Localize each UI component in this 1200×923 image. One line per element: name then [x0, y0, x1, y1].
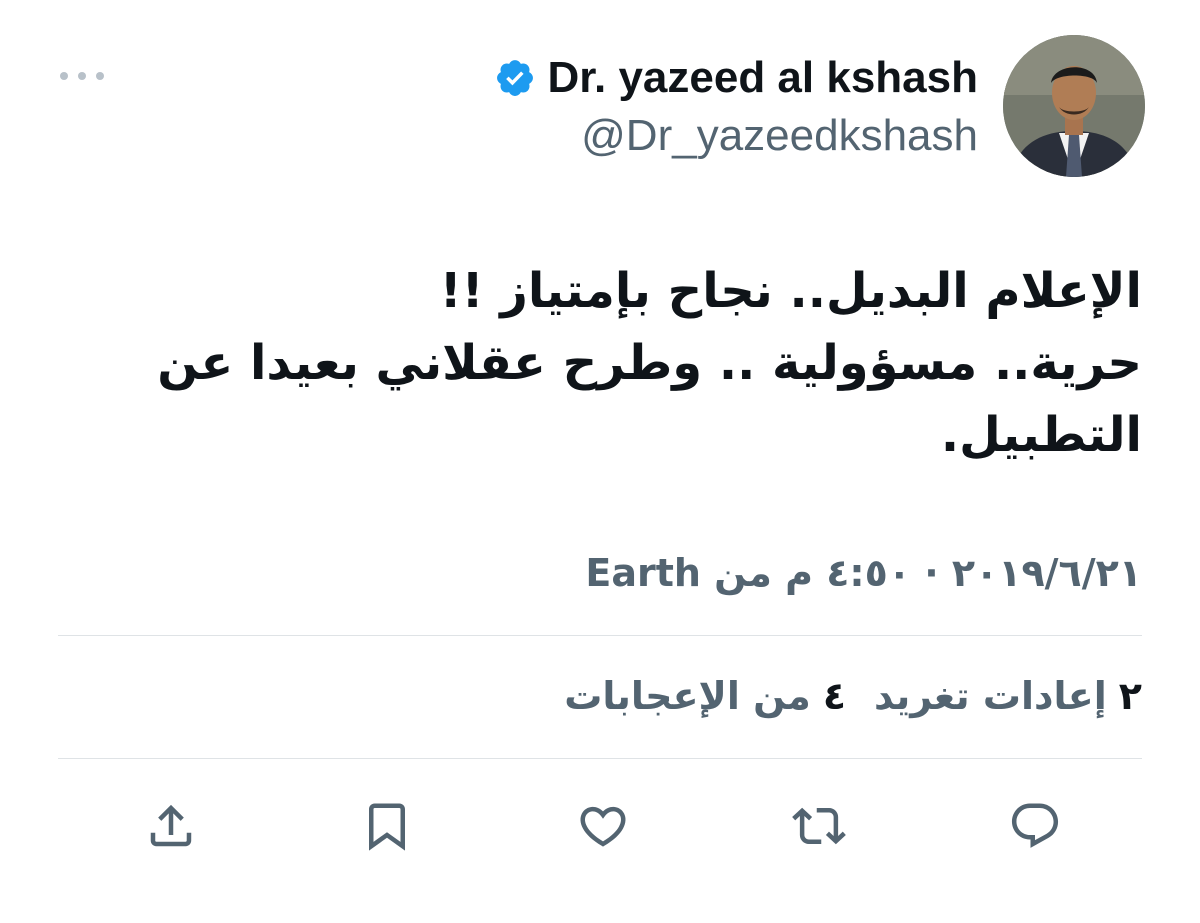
avatar[interactable] [1003, 35, 1145, 177]
bookmark-icon [369, 803, 405, 851]
reply-icon [1011, 803, 1059, 848]
name-row: Dr. yazeed al kshash [494, 48, 978, 108]
author-display-name[interactable]: Dr. yazeed al kshash [548, 48, 978, 108]
like-button[interactable] [575, 798, 631, 854]
likes-count: ٤ [822, 674, 847, 718]
more-dot [78, 72, 86, 80]
tweet-line: حرية.. مسؤولية .. وطرح عقلاني بعيدا عن [157, 335, 1142, 391]
more-dot [60, 72, 68, 80]
divider [58, 635, 1142, 636]
author-handle[interactable]: @Dr_yazeedkshash [581, 111, 978, 160]
retweets-label: إعادات تغريد [874, 674, 1107, 718]
more-dot [96, 72, 104, 80]
retweets-count: ٢ [1118, 674, 1142, 718]
tweet-body: الإعلام البديل.. نجاح بإمتياز !! حرية.. … [157, 255, 1142, 471]
bookmark-button[interactable] [359, 798, 415, 854]
verified-badge-icon [494, 57, 536, 99]
reply-button[interactable] [1007, 798, 1063, 854]
more-options-button[interactable] [60, 62, 104, 90]
likes-stat[interactable]: ٤ من الإعجابات [564, 668, 846, 724]
share-icon [150, 804, 192, 847]
tweet-timestamp[interactable]: ٢٠١٩/٦/٢١ · ٤:٥٠ م من Earth [585, 545, 1142, 601]
retweet-icon [792, 807, 846, 845]
heart-icon [580, 806, 626, 847]
retweets-stat[interactable]: ٢ إعادات تغريد [874, 668, 1142, 724]
divider [58, 758, 1142, 759]
tweet-line: التطبيل. [940, 407, 1142, 463]
retweet-button[interactable] [791, 798, 847, 854]
engagement-stats: ٢ إعادات تغريد ٤ من الإعجابات [564, 668, 1142, 724]
tweet-line: الإعلام البديل.. نجاح بإمتياز !! [439, 263, 1142, 319]
author-info: Dr. yazeed al kshash @Dr_yazeedkshash [494, 48, 978, 164]
share-button[interactable] [143, 798, 199, 854]
likes-label: من الإعجابات [564, 674, 811, 718]
avatar-image [1003, 35, 1145, 177]
